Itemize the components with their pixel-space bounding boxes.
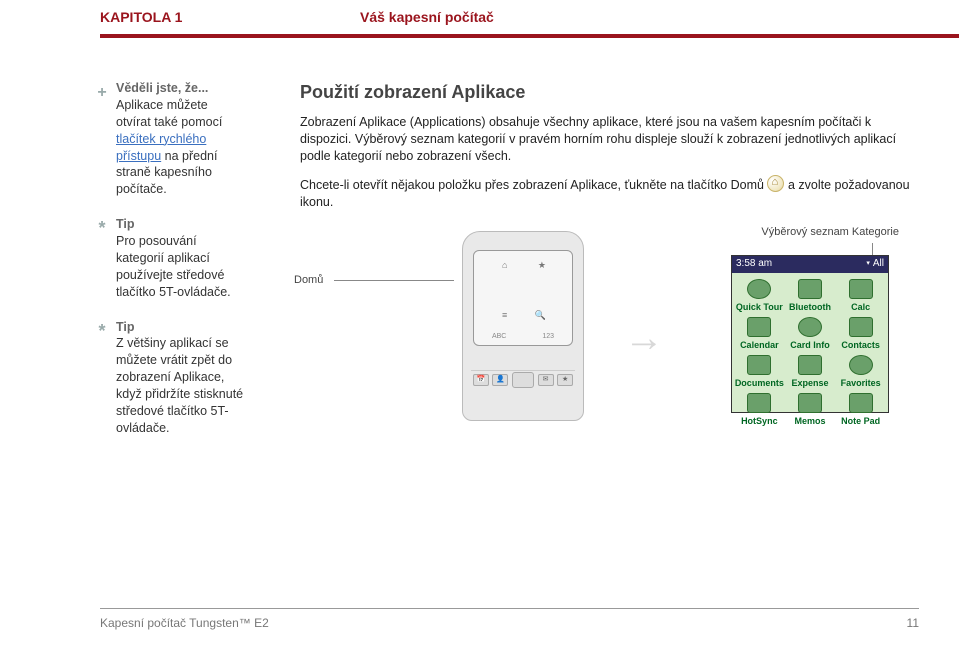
palm-app-bluetooth[interactable]: Bluetooth (785, 279, 836, 313)
app-icon (747, 393, 771, 413)
app-icon (747, 279, 771, 299)
app-label: Bluetooth (789, 301, 831, 313)
asterisk-icon: * (94, 319, 110, 343)
palm-app-contacts[interactable]: Contacts (835, 317, 886, 351)
app-icon (747, 317, 771, 337)
app-icon (849, 355, 873, 375)
find-silk-icon: 🔍 (535, 309, 546, 321)
palm-app-note-pad[interactable]: Note Pad (835, 393, 886, 427)
chapter-title: Váš kapesní počítač (360, 8, 494, 27)
section-title: Použití zobrazení Aplikace (300, 80, 919, 104)
tip1-block: * Tip Pro posouvání kategorií aplikací p… (100, 216, 244, 300)
asterisk-icon: * (94, 216, 110, 240)
app-label: Expense (791, 377, 828, 389)
app-label: Note Pad (841, 415, 880, 427)
palm-app-calendar[interactable]: Calendar (734, 317, 785, 351)
dpad (512, 372, 534, 388)
app-label: Documents (735, 377, 784, 389)
callout-home: Domů (294, 273, 344, 288)
app-icon (849, 317, 873, 337)
app-label: HotSync (741, 415, 778, 427)
tip2-text: Z většiny aplikací se můžete vrátit zpět… (116, 336, 243, 434)
home-silk-icon: ⌂ (502, 259, 507, 271)
device-button-row: 📅 👤 ✉ ★ (471, 370, 575, 390)
tip2-heading: Tip (116, 320, 135, 334)
app-label: Memos (794, 415, 825, 427)
did-you-know-heading: Věděli jste, že... (116, 81, 208, 95)
app-icon (798, 317, 822, 337)
footer-left: Kapesní počítač Tungsten™ E2 (100, 615, 269, 631)
device-illustration: ⌂ ★ ≡ 🔍 ABC 123 📅 👤 ✉ ★ (462, 231, 584, 421)
app-label: Card Info (790, 339, 830, 351)
app-label: Favorites (841, 377, 881, 389)
app-icon (798, 279, 822, 299)
palm-app-hotsync[interactable]: HotSync (734, 393, 785, 427)
sidebar: + Věděli jste, že... Aplikace můžete otv… (0, 80, 260, 471)
palm-screenshot: 3:58 am All Quick Tour Bluetooth Calc Calen… (731, 255, 889, 413)
header-rule (100, 34, 959, 38)
figure-area: Domů Výběrový seznam Kategorie ⌂ ★ ≡ 🔍 A… (300, 231, 919, 471)
palm-app-quick-tour[interactable]: Quick Tour (734, 279, 785, 313)
app-icon (849, 393, 873, 413)
palm-app-favorites[interactable]: Favorites (835, 355, 886, 389)
graffiti-123: 123 (542, 332, 554, 341)
plus-icon: + (94, 82, 110, 104)
app-label: Calc (851, 301, 870, 313)
palm-app-card-info[interactable]: Card Info (785, 317, 836, 351)
tip2-block: * Tip Z většiny aplikací se můžete vráti… (100, 319, 244, 437)
paragraph-1: Zobrazení Aplikace (Applications) obsahu… (300, 114, 919, 165)
menu-silk-icon: ≡ (502, 309, 507, 321)
did-you-know-block: + Věděli jste, že... Aplikace můžete otv… (100, 80, 244, 198)
palm-app-grid: Quick Tour Bluetooth Calc Calendar Card Info… (732, 273, 888, 430)
palm-titlebar: 3:58 am All (732, 256, 888, 273)
app-icon (798, 393, 822, 413)
palm-app-documents[interactable]: Documents (734, 355, 785, 389)
palm-app-memos[interactable]: Memos (785, 393, 836, 427)
hw-button-1: 📅 (473, 374, 489, 386)
app-icon (849, 279, 873, 299)
device-screen: ⌂ ★ ≡ 🔍 ABC 123 (473, 250, 573, 346)
chapter-label: KAPITOLA 1 (100, 8, 182, 27)
paragraph-2a: Chcete-li otevřít nějakou položku přes z… (300, 178, 764, 192)
paragraph-2: Chcete-li otevřít nějakou položku přes z… (300, 175, 919, 211)
palm-app-expense[interactable]: Expense (785, 355, 836, 389)
tip1-heading: Tip (116, 217, 135, 231)
app-label: Calendar (740, 339, 779, 351)
hw-button-3: ✉ (538, 374, 554, 386)
app-label: Quick Tour (736, 301, 783, 313)
callout-category: Výběrový seznam Kategorie (761, 225, 899, 240)
hw-button-4: ★ (557, 374, 573, 386)
palm-app-calc[interactable]: Calc (835, 279, 886, 313)
did-you-know-text-1: Aplikace můžete otvírat také pomocí (116, 98, 222, 129)
tip1-text: Pro posouvání kategorií aplikací používe… (116, 234, 231, 299)
app-icon (798, 355, 822, 375)
graffiti-abc: ABC (492, 332, 506, 341)
palm-category-picker[interactable]: All (866, 257, 884, 271)
page-number: 11 (907, 615, 919, 631)
palm-time: 3:58 am (736, 257, 772, 271)
home-icon (767, 175, 784, 192)
star-silk-icon: ★ (538, 259, 546, 271)
arrow-icon: → (624, 311, 664, 365)
main-content: Použití zobrazení Aplikace Zobrazení Apl… (260, 80, 959, 471)
hw-button-2: 👤 (492, 374, 508, 386)
footer: Kapesní počítač Tungsten™ E2 11 (100, 608, 919, 631)
app-label: Contacts (841, 339, 880, 351)
app-icon (747, 355, 771, 375)
